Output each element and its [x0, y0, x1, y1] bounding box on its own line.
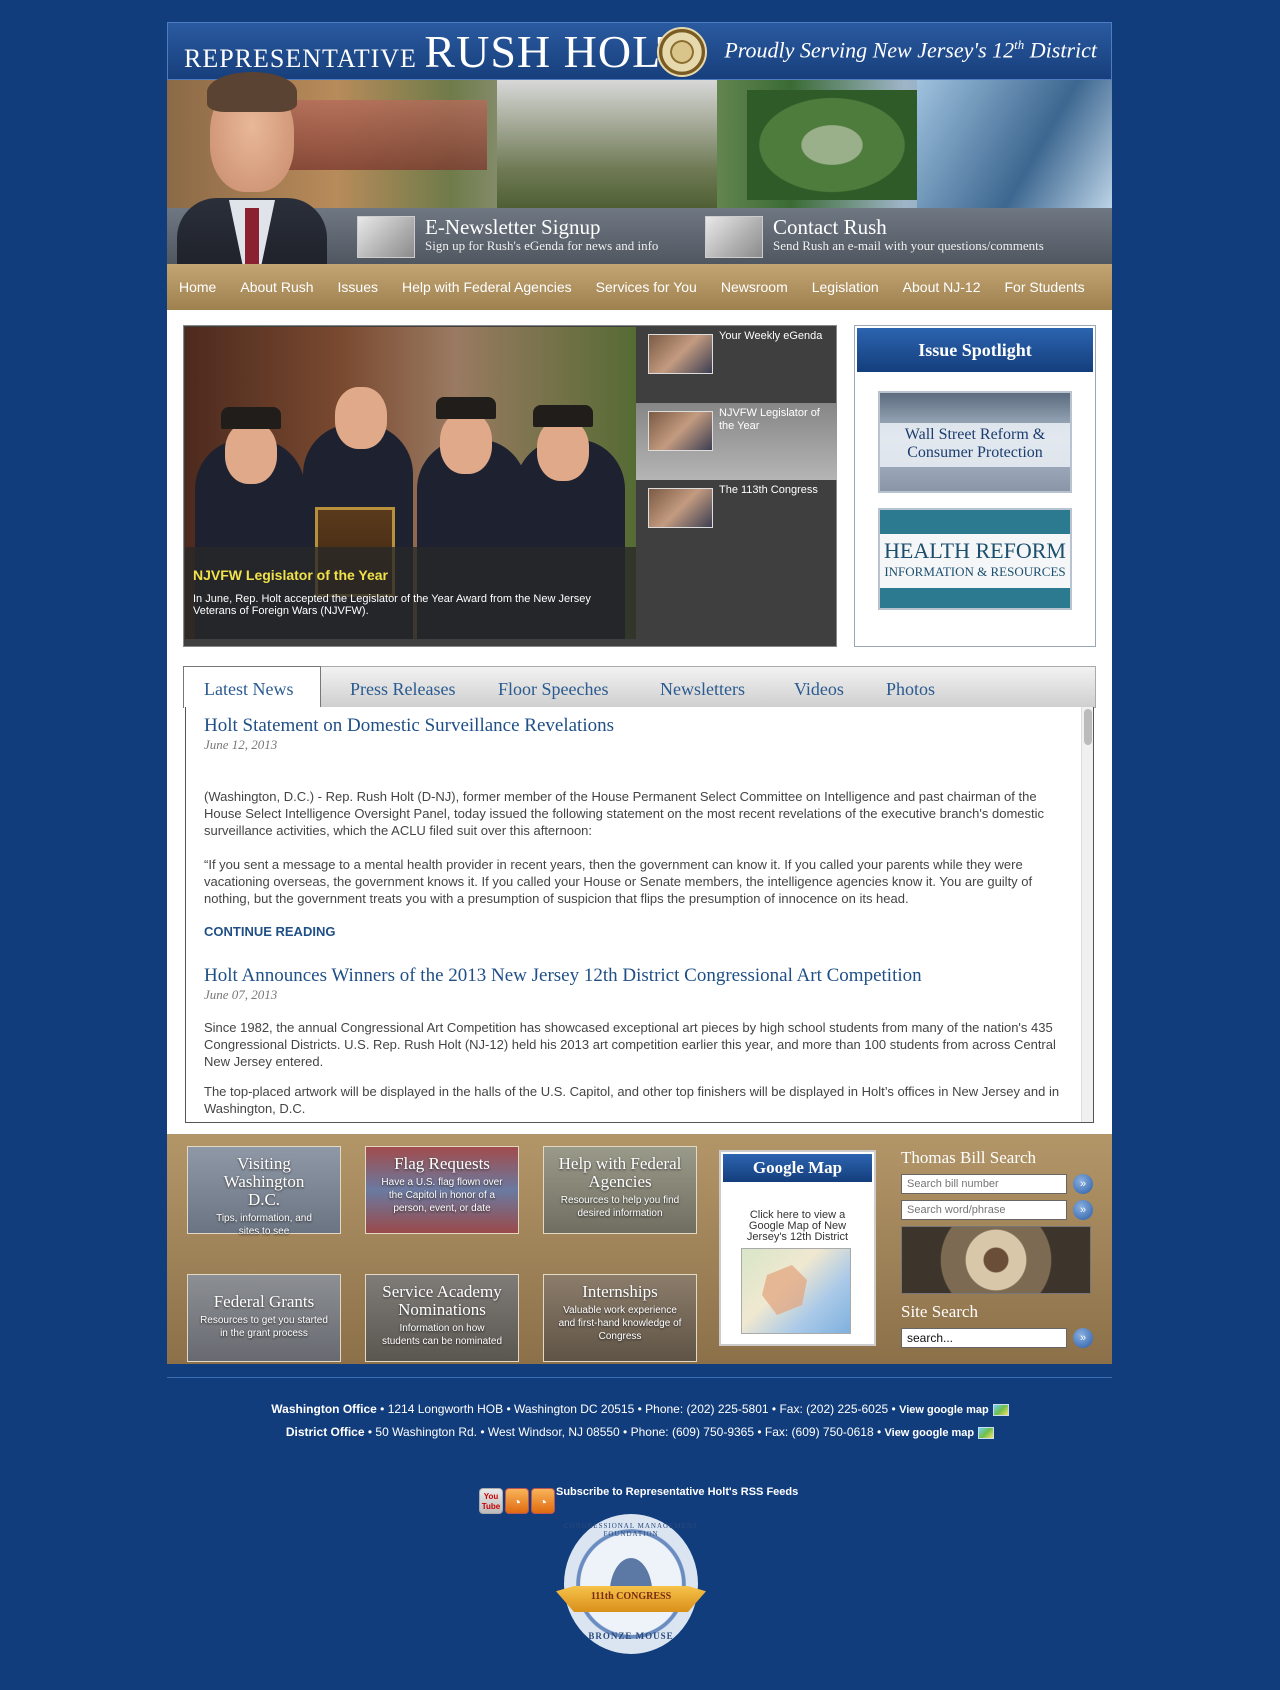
social-icons: You Tube ◔ ◔: [479, 1488, 555, 1514]
district-google-map-link[interactable]: View google map: [885, 1427, 975, 1439]
rss-icon[interactable]: ◔: [505, 1488, 529, 1514]
youtube-icon[interactable]: You Tube: [479, 1488, 503, 1514]
news-article: Holt Announces Winners of the 2013 New J…: [204, 965, 1064, 1117]
wall-street-reform-card[interactable]: Wall Street Reform & Consumer Protection: [878, 391, 1072, 493]
continue-reading-link[interactable]: CONTINUE READING: [204, 924, 1064, 939]
newsletter-icon: [357, 216, 415, 258]
nav-newsroom[interactable]: Newsroom: [721, 279, 788, 295]
newsletter-signup-link[interactable]: E-Newsletter Signup Sign up for Rush's e…: [357, 216, 658, 258]
nav-about-rush[interactable]: About Rush: [240, 279, 313, 295]
tab-videos[interactable]: Videos: [774, 667, 864, 707]
map-icon[interactable]: [978, 1426, 995, 1439]
bronze-mouse-award-badge: CONGRESSIONAL MANAGEMENT FOUNDATION 111t…: [556, 1514, 706, 1664]
article-title[interactable]: Holt Announces Winners of the 2013 New J…: [204, 965, 1064, 987]
slide-caption: NJVFW Legislator of the Year In June, Re…: [185, 547, 636, 639]
bill-search-go-button[interactable]: »: [1073, 1174, 1093, 1194]
article-paragraph: (Washington, D.C.) - Rep. Rush Holt (D-N…: [204, 789, 1044, 838]
footer-divider: [167, 1377, 1112, 1378]
bill-number-input[interactable]: [901, 1174, 1067, 1194]
map-icon[interactable]: [992, 1403, 1009, 1416]
tab-photos[interactable]: Photos: [866, 667, 955, 707]
issue-spotlight-title: Issue Spotlight: [857, 328, 1093, 372]
internships-tile[interactable]: Internships Valuable work experience and…: [543, 1274, 697, 1362]
rss-subscribe-link[interactable]: Subscribe to Representative Holt's RSS F…: [556, 1486, 798, 1498]
capitol-dome-image: [901, 1226, 1091, 1294]
article-paragraph: Since 1982, the annual Congressional Art…: [204, 1020, 1056, 1069]
health-reform-card[interactable]: HEALTH REFORM INFORMATION & RESOURCES: [878, 508, 1072, 610]
contact-rush-link[interactable]: Contact Rush Send Rush an e-mail with yo…: [705, 216, 1044, 258]
service-academy-tile[interactable]: Service Academy Nominations Information …: [365, 1274, 519, 1362]
nav-issues[interactable]: Issues: [338, 279, 378, 295]
nav-help-federal-agencies[interactable]: Help with Federal Agencies: [402, 279, 572, 295]
featured-photo[interactable]: NJVFW Legislator of the Year In June, Re…: [185, 327, 636, 639]
news-article: Holt Statement on Domestic Surveillance …: [204, 715, 1064, 939]
nav-services[interactable]: Services for You: [596, 279, 697, 295]
district-office-address: District Office • 50 Washington Rd. • We…: [0, 1425, 1280, 1439]
newsletter-title: E-Newsletter Signup: [425, 215, 601, 239]
article-title[interactable]: Holt Statement on Domestic Surveillance …: [204, 715, 1064, 737]
contact-subtitle: Send Rush an e-mail with your questions/…: [773, 238, 1044, 253]
google-map-title: Google Map: [723, 1154, 872, 1182]
nav-for-students[interactable]: For Students: [1005, 279, 1085, 295]
featured-slideshow: NJVFW Legislator of the Year In June, Re…: [183, 325, 837, 647]
title-name: Rush Holt: [424, 26, 687, 77]
help-federal-agencies-tile[interactable]: Help with Federal Agencies Resources to …: [543, 1146, 697, 1234]
slide-caption-text: In June, Rep. Holt accepted the Legislat…: [193, 593, 591, 617]
word-search-go-button[interactable]: »: [1073, 1200, 1093, 1220]
washington-office-address: Washington Office • 1214 Longworth HOB •…: [0, 1402, 1280, 1416]
tab-press-releases[interactable]: Press Releases: [330, 667, 475, 707]
site-search-go-button[interactable]: »: [1073, 1328, 1093, 1348]
article-paragraph: The top-placed artwork will be displayed…: [204, 1084, 1060, 1116]
word-phrase-input[interactable]: [901, 1200, 1067, 1220]
representative-portrait: [177, 62, 327, 288]
nav-legislation[interactable]: Legislation: [812, 279, 879, 295]
nav-home[interactable]: Home: [179, 279, 216, 295]
news-tabs: Latest News Press Releases Floor Speeche…: [183, 666, 1096, 708]
quick-links-panel: Visiting Washington D.C. Tips, informati…: [167, 1134, 1112, 1364]
house-seal-icon: [657, 27, 707, 77]
tagline: Proudly Serving New Jersey's 12th Distri…: [724, 37, 1097, 63]
visiting-dc-tile[interactable]: Visiting Washington D.C. Tips, informati…: [187, 1146, 341, 1237]
keyboard-icon: [705, 216, 763, 258]
main-nav: Home About Rush Issues Help with Federal…: [167, 264, 1112, 310]
newsletter-subtitle: Sign up for Rush's eGenda for news and i…: [425, 238, 659, 253]
tab-latest-news[interactable]: Latest News: [183, 666, 321, 708]
federal-grants-tile[interactable]: Federal Grants Resources to get you star…: [187, 1274, 341, 1362]
flag-requests-tile[interactable]: Flag Requests Have a U.S. flag flown ove…: [365, 1146, 519, 1234]
contact-title: Contact Rush: [773, 215, 887, 239]
district-map-image[interactable]: [741, 1248, 851, 1334]
article-paragraph: “If you sent a message to a mental healt…: [204, 857, 1033, 906]
search-column: Thomas Bill Search » » Site Search »: [901, 1148, 1101, 1354]
tab-newsletters[interactable]: Newsletters: [640, 667, 765, 707]
article-date: June 07, 2013: [204, 987, 278, 1002]
slide-thumb-egenda[interactable]: Your Weekly eGenda: [636, 326, 837, 403]
site-search-label: Site Search: [901, 1302, 978, 1321]
issue-spotlight: Issue Spotlight Wall Street Reform & Con…: [854, 325, 1096, 647]
news-panel: Holt Statement on Domestic Surveillance …: [185, 707, 1094, 1123]
slide-thumbnails: Your Weekly eGenda NJVFW Legislator of t…: [636, 326, 837, 646]
site-search-input[interactable]: [901, 1328, 1067, 1348]
main-content: NJVFW Legislator of the Year In June, Re…: [167, 310, 1112, 1134]
rss-icon[interactable]: ◔: [531, 1488, 555, 1514]
google-map-text: Click here to view a Google Map of New J…: [746, 1209, 849, 1243]
article-date: June 12, 2013: [204, 737, 278, 752]
thomas-search-label: Thomas Bill Search: [901, 1148, 1037, 1167]
nav-about-nj12[interactable]: About NJ-12: [903, 279, 981, 295]
slide-thumb-njvfw[interactable]: NJVFW Legislator of the Year: [636, 403, 837, 480]
google-map-box[interactable]: Google Map Click here to view a Google M…: [719, 1150, 876, 1346]
dc-google-map-link[interactable]: View google map: [899, 1404, 989, 1416]
news-scrollbar[interactable]: [1081, 707, 1093, 1122]
slide-caption-title: NJVFW Legislator of the Year: [193, 567, 389, 583]
tab-floor-speeches[interactable]: Floor Speeches: [478, 667, 628, 707]
slide-thumb-113th-congress[interactable]: The 113th Congress: [636, 480, 837, 557]
